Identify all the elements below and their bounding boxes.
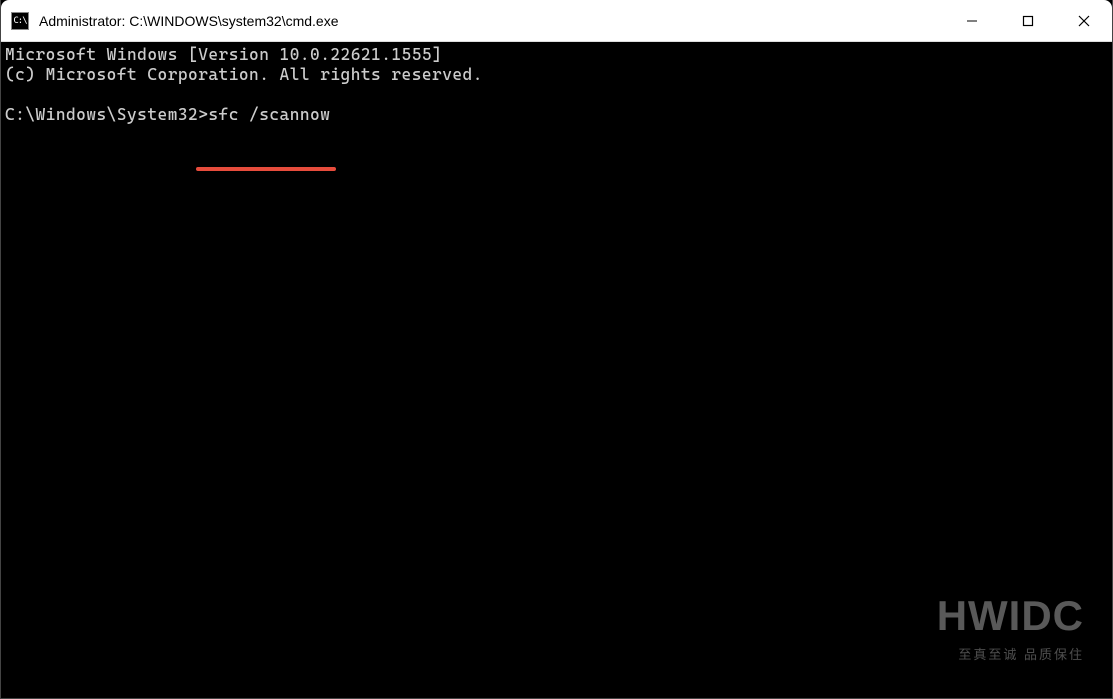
watermark: HWIDC 至真至诚 品质保住: [937, 592, 1084, 663]
window-title: Administrator: C:\WINDOWS\system32\cmd.e…: [39, 13, 944, 29]
command-input[interactable]: sfc /scannow: [208, 105, 330, 124]
close-button[interactable]: [1056, 0, 1112, 41]
maximize-icon: [1022, 15, 1034, 27]
minimize-icon: [966, 15, 978, 27]
cmd-icon: C:\: [11, 12, 29, 30]
output-line-version: Microsoft Windows [Version 10.0.22621.15…: [5, 45, 1108, 65]
prompt-line: C:\Windows\System32>sfc /scannow: [5, 105, 1108, 125]
watermark-tagline: 至真至诚 品质保住: [937, 644, 1084, 663]
titlebar[interactable]: C:\ Administrator: C:\WINDOWS\system32\c…: [1, 0, 1112, 42]
cmd-window: C:\ Administrator: C:\WINDOWS\system32\c…: [0, 0, 1113, 699]
red-underline-annotation: [196, 167, 336, 171]
watermark-logo: HWIDC: [937, 592, 1084, 640]
maximize-button[interactable]: [1000, 0, 1056, 41]
prompt-path: C:\Windows\System32>: [5, 105, 208, 124]
minimize-button[interactable]: [944, 0, 1000, 41]
close-icon: [1078, 15, 1090, 27]
window-controls: [944, 0, 1112, 41]
terminal-output[interactable]: Microsoft Windows [Version 10.0.22621.15…: [1, 42, 1112, 698]
output-line-copyright: (c) Microsoft Corporation. All rights re…: [5, 65, 1108, 85]
